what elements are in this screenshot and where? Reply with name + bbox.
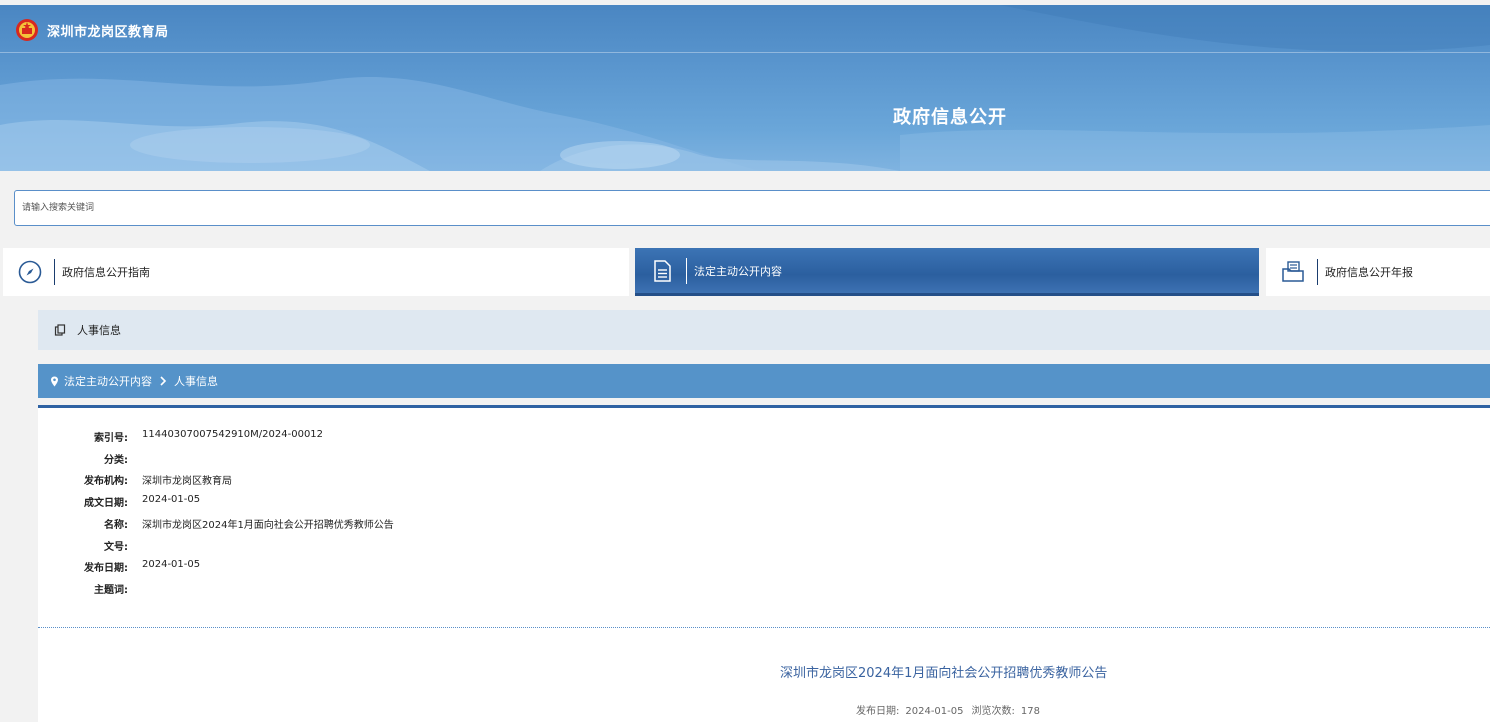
meta-value: 11440307007542910M/2024-00012 [142,429,324,440]
meta-value: 深圳市龙岗区2024年1月面向社会公开招聘优秀教师公告 [142,520,394,531]
header-divider [0,52,1490,53]
tab-annual-report[interactable]: 政府信息公开年报 [1266,248,1490,296]
breadcrumb: 法定主动公开内容 人事信息 [38,364,1490,398]
tab-label: 政府信息公开指南 [62,266,150,279]
meta-value: 深圳市龙岗区教育局 [142,476,232,487]
report-folder-icon [1282,261,1304,282]
publish-date-label: 发布日期: [856,706,900,717]
tab-separator [1317,259,1318,285]
compass-icon [18,260,42,284]
tab-separator [54,259,55,285]
meta-value: 2024-01-05 [142,559,201,570]
document-meta: 发布日期: 2024-01-05 浏览次数: 178 [856,702,1046,717]
section-divider [38,627,1490,628]
meta-key: 索引号: [94,433,128,444]
national-emblem-icon [16,19,38,41]
tab-separator [686,257,687,284]
meta-row-written-date: 成文日期: 2024-01-05 [38,494,200,512]
views-label: 浏览次数: [971,706,1015,717]
category-bar: 人事信息 [38,310,1490,350]
chevron-right-icon [160,376,167,386]
views-count: 178 [1020,706,1040,717]
meta-row-keywords: 主题词: [38,581,142,599]
location-pin-icon [51,376,58,386]
meta-row-publish-date: 发布日期: 2024-01-05 [38,559,200,577]
copy-icon [54,324,66,336]
breadcrumb-item[interactable]: 法定主动公开内容 [64,373,152,389]
tab-disclosure-guide[interactable]: 政府信息公开指南 [3,248,629,296]
document-icon [654,259,671,282]
meta-key: 分类: [104,455,128,466]
search-input[interactable] [15,191,1490,225]
banner-wave-decoration [0,5,1490,171]
meta-row-category: 分类: [38,451,142,469]
banner-title: 政府信息公开 [893,107,1007,128]
tab-statutory-content[interactable]: 法定主动公开内容 [635,248,1259,296]
meta-key: 文号: [104,542,128,553]
meta-key: 发布日期: [84,563,128,574]
org-name[interactable]: 深圳市龙岗区教育局 [47,21,169,40]
meta-value: 2024-01-05 [142,494,201,505]
document-panel: 索引号: 11440307007542910M/2024-00012 分类: 发… [38,408,1490,722]
tab-label: 政府信息公开年报 [1325,266,1413,279]
document-title: 深圳市龙岗区2024年1月面向社会公开招聘优秀教师公告 [780,666,1108,681]
publish-date-value: 2024-01-05 [905,706,964,717]
breadcrumb-item[interactable]: 人事信息 [174,373,218,389]
meta-key: 名称: [104,520,128,531]
meta-key: 发布机构: [84,476,128,487]
meta-key: 成文日期: [84,498,128,509]
header-banner: 深圳市龙岗区教育局 政府信息公开 [0,5,1490,171]
meta-row-doc-number: 文号: [38,538,142,556]
search-box[interactable] [14,190,1490,226]
category-label: 人事信息 [77,324,121,337]
meta-row-publisher: 发布机构: 深圳市龙岗区教育局 [38,472,232,490]
meta-key: 主题词: [94,585,128,596]
meta-row-index: 索引号: 11440307007542910M/2024-00012 [38,429,323,447]
tab-label: 法定主动公开内容 [694,264,782,278]
meta-row-name: 名称: 深圳市龙岗区2024年1月面向社会公开招聘优秀教师公告 [38,516,394,534]
